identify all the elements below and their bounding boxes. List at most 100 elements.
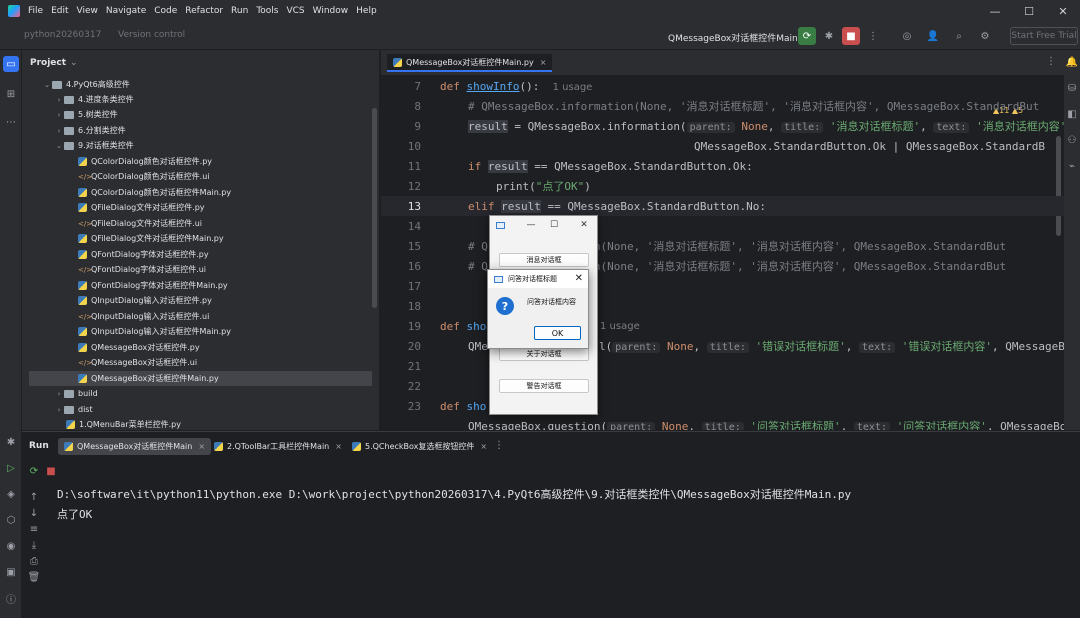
start-free-trial-button[interactable]: Start Free Trial xyxy=(1010,27,1078,45)
menu-run[interactable]: Run xyxy=(231,6,248,16)
chevron-right-icon[interactable]: › xyxy=(54,111,64,119)
tree-file[interactable]: QColorDialog颜色对话框控件Main.py xyxy=(78,185,231,200)
usage-hint[interactable]: 1 usage xyxy=(553,82,593,93)
tree-file[interactable]: QColorDialog颜色对话框控件.py xyxy=(78,154,212,169)
menu-help[interactable]: Help xyxy=(356,6,377,16)
tree-file-selected[interactable]: QMessageBox对话框控件Main.py xyxy=(29,371,372,386)
chevron-down-icon[interactable]: ⌄ xyxy=(54,142,64,150)
stop-icon[interactable]: ■ xyxy=(44,464,58,478)
msgbox-titlebar[interactable]: 问答对话框标题 ✕ xyxy=(488,270,588,288)
tree-file[interactable]: QFontDialog字体对话框控件.py xyxy=(78,247,209,262)
chevron-right-icon[interactable]: › xyxy=(54,127,64,135)
chevron-right-icon[interactable]: › xyxy=(54,96,64,104)
close-icon[interactable]: ✕ xyxy=(575,273,583,284)
close-icon[interactable]: × xyxy=(335,442,342,451)
python-console-icon[interactable]: ◉ xyxy=(3,538,19,554)
warning-dialog-button[interactable]: 警告对话框 xyxy=(499,379,589,393)
editor-tab-active[interactable]: QMessageBox对话框控件Main.py × xyxy=(387,54,553,72)
debug-tool-icon[interactable]: ✱ xyxy=(3,434,19,450)
more-vertical-icon[interactable]: ⋮ xyxy=(1046,56,1056,67)
stop-icon[interactable]: ■ xyxy=(842,27,860,45)
tree-file[interactable]: </> QFileDialog文件对话框控件.ui xyxy=(78,216,202,231)
scroll-up-icon[interactable]: ↑ xyxy=(27,490,41,504)
run-tab[interactable]: 2.QToolBar工具栏控件Main × xyxy=(208,438,348,455)
tree-file[interactable]: </> QMessageBox对话框控件.ui xyxy=(78,355,197,370)
tree-file[interactable]: </> QFontDialog字体对话框控件.ui xyxy=(78,262,206,277)
tree-file[interactable]: QFileDialog文件对话框控件Main.py xyxy=(78,231,224,246)
tree-folder[interactable]: › 4.进度条类控件 xyxy=(54,92,134,107)
chevron-right-icon[interactable]: › xyxy=(54,390,64,398)
tree-folder[interactable]: › 6.分割类控件 xyxy=(54,123,126,138)
close-icon[interactable]: × xyxy=(480,442,487,451)
vcs-widget[interactable]: Version control xyxy=(118,30,185,40)
python-packages-icon[interactable]: ◈ xyxy=(3,486,19,502)
scroll-to-end-icon[interactable]: ⤓ xyxy=(27,538,41,552)
tree-folder[interactable]: › dist xyxy=(54,402,93,417)
scroll-down-icon[interactable]: ↓ xyxy=(27,506,41,520)
tree-folder[interactable]: ⌄ 4.PyQt6高级控件 xyxy=(42,77,130,92)
notifications-icon[interactable]: 🔔 xyxy=(1064,54,1080,70)
project-panel-header[interactable]: Project ⌄ xyxy=(22,50,379,76)
menu-refactor[interactable]: Refactor xyxy=(185,6,223,16)
run-tab-active[interactable]: QMessageBox对话框控件Main × xyxy=(58,438,212,455)
run-tab[interactable]: 5.QCheckBox复选框按钮控件 × xyxy=(346,438,493,455)
sciview-icon[interactable]: ◧ xyxy=(1064,106,1080,122)
about-dialog-button[interactable]: 关于对话框 xyxy=(499,347,589,361)
ai-icon[interactable]: ⚇ xyxy=(1064,132,1080,148)
close-icon[interactable]: × xyxy=(198,442,205,451)
terminal-icon[interactable]: ▣ xyxy=(3,564,19,580)
message-dialog-button[interactable]: 消息对话框 xyxy=(499,253,589,267)
more-tools-icon[interactable]: ⋯ xyxy=(3,114,19,130)
menu-file[interactable]: File xyxy=(28,6,43,16)
tree-folder[interactable]: › build xyxy=(54,386,98,401)
trash-icon[interactable]: 🗑 xyxy=(27,570,41,584)
maximize-icon[interactable]: ☐ xyxy=(547,218,561,232)
minimize-icon[interactable]: — xyxy=(524,218,538,232)
tree-file[interactable]: QMessageBox对话框控件.py xyxy=(78,340,200,355)
menu-tools[interactable]: Tools xyxy=(256,6,278,16)
services-icon[interactable]: ⬡ xyxy=(3,512,19,528)
editor-content[interactable]: ▲11 ▲5 7 def showInfo(): 1 usage 8 # QMe… xyxy=(381,76,1064,430)
close-icon[interactable]: ✕ xyxy=(577,218,591,232)
chevron-down-icon[interactable]: ⌄ xyxy=(42,81,52,89)
structure-icon[interactable]: ⊞ xyxy=(3,86,19,102)
tree-file[interactable]: </> QInputDialog输入对话框控件.ui xyxy=(78,309,209,324)
project-widget[interactable]: python20260317 xyxy=(24,30,101,40)
settings-gear-icon[interactable]: ⚙ xyxy=(976,27,994,45)
tree-file[interactable]: QFileDialog文件对话框控件.py xyxy=(78,200,205,215)
close-icon[interactable]: ✕ xyxy=(1046,0,1080,22)
close-icon[interactable]: × xyxy=(540,58,547,67)
tree-file[interactable]: QInputDialog输入对话框控件Main.py xyxy=(78,324,231,339)
problems-icon[interactable]: ⓘ xyxy=(3,590,19,606)
chevron-down-icon[interactable]: ⌄ xyxy=(70,58,78,68)
rerun-icon[interactable]: ⟳ xyxy=(798,27,816,45)
maximize-icon[interactable]: ☐ xyxy=(1012,0,1046,22)
debug-icon[interactable]: ✱ xyxy=(820,27,838,45)
minimize-icon[interactable]: — xyxy=(978,0,1012,22)
menu-view[interactable]: View xyxy=(77,6,98,16)
usage-hint[interactable]: 1 usage xyxy=(600,321,640,332)
run-tool-icon[interactable]: ▷ xyxy=(3,460,19,476)
rerun-icon[interactable]: ⟳ xyxy=(27,464,41,478)
account-icon[interactable]: 👤 xyxy=(924,27,942,45)
more-actions-icon[interactable]: ⋮ xyxy=(864,27,882,45)
soft-wrap-icon[interactable]: ≡ xyxy=(27,522,41,536)
search-icon[interactable]: ⌕ xyxy=(950,27,968,45)
run-configuration-selector[interactable]: QMessageBox对话框控件Main xyxy=(668,31,798,44)
tree-folder[interactable]: › 5.树类控件 xyxy=(54,107,118,122)
ai-assistant-icon[interactable]: ◎ xyxy=(898,27,916,45)
ok-button[interactable]: OK xyxy=(534,326,581,340)
more-vertical-icon[interactable]: ⋮ xyxy=(494,440,504,451)
database-icon[interactable]: ⛁ xyxy=(1064,80,1080,96)
menu-vcs[interactable]: VCS xyxy=(286,6,304,16)
tree-file[interactable]: </> QColorDialog颜色对话框控件.ui xyxy=(78,169,210,184)
menu-code[interactable]: Code xyxy=(154,6,177,16)
tree-file[interactable]: QInputDialog输入对话框控件.py xyxy=(78,293,212,308)
tree-file[interactable]: QFontDialog字体对话框控件Main.py xyxy=(78,278,228,293)
print-icon[interactable]: ⎙ xyxy=(27,554,41,568)
project-folder-icon[interactable]: ▭ xyxy=(3,56,19,72)
menu-edit[interactable]: Edit xyxy=(51,6,68,16)
chevron-right-icon[interactable]: › xyxy=(54,406,64,414)
tree-file[interactable]: 1.QMenuBar菜单栏控件.py xyxy=(66,417,181,430)
project-scrollbar[interactable] xyxy=(372,108,377,308)
